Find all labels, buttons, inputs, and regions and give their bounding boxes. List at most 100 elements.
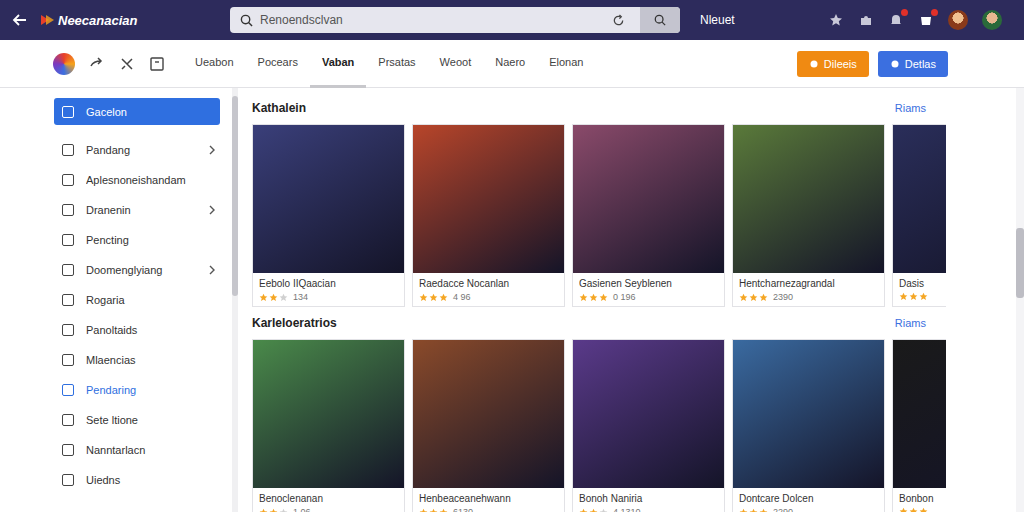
star-icon: [749, 293, 758, 302]
item-icon: [62, 354, 74, 366]
puzzle-icon: [859, 13, 873, 27]
sidebar-item[interactable]: Pendaring: [54, 375, 220, 405]
sidebar-scrollbar[interactable]: [232, 88, 238, 512]
star-icon: [589, 293, 598, 302]
bell-button[interactable]: [888, 12, 904, 28]
logo[interactable]: Neecanacian: [40, 12, 230, 28]
sidebar-item[interactable]: Gacelon: [54, 98, 220, 125]
game-art: [733, 125, 884, 273]
nav-tab[interactable]: Elonan: [537, 40, 595, 88]
star-icon: [439, 508, 448, 512]
star-icon: [579, 293, 588, 302]
button-icon: [890, 59, 900, 69]
nav-tab[interactable]: Ueabon: [183, 40, 246, 88]
game-art: [253, 340, 404, 488]
nav-tab[interactable]: Vaban: [310, 40, 366, 88]
sidebar: GacelonPandangAplesnoneishandamDraneninP…: [0, 88, 232, 512]
sidebar-item[interactable]: Aplesnoneishandam: [54, 165, 220, 195]
user-avatar-icon[interactable]: [982, 10, 1002, 30]
puzzle-button[interactable]: [858, 12, 874, 28]
sidebar-item[interactable]: Doomenglyiang: [54, 255, 220, 285]
app-window: Neecanacian Renoendsclvan Nleuet UeabonPoce…: [0, 0, 1024, 512]
nav-button[interactable]: Dileeis: [797, 51, 869, 77]
nav-tab[interactable]: Pocears: [246, 40, 310, 88]
game-card[interactable]: Eebolo IIQaacian134: [252, 124, 405, 307]
game-card[interactable]: Dontcare Dolcen2290: [732, 339, 885, 512]
item-icon: [62, 474, 74, 486]
item-icon: [62, 106, 74, 118]
game-card[interactable]: Bonbon: [892, 339, 946, 512]
star-icon: [829, 13, 843, 27]
search-field[interactable]: Renoendsclvan: [230, 7, 680, 33]
nav-tabs: UeabonPocearsVabanPrsatasWeootNaeroElona…: [183, 40, 595, 88]
star-icon: [739, 508, 748, 512]
game-title: Gasienen Seyblenen: [579, 278, 718, 289]
nav-tab[interactable]: Weoot: [428, 40, 484, 88]
sidebar-item[interactable]: Nanntarlacn: [54, 435, 220, 465]
star-button[interactable]: [828, 12, 844, 28]
game-card[interactable]: Raedacce Nocanlan4 96: [412, 124, 565, 307]
item-icon: [62, 324, 74, 336]
sidebar-item[interactable]: Pandang: [54, 135, 220, 165]
item-icon: [62, 444, 74, 456]
top-label[interactable]: Nleuet: [700, 13, 735, 27]
top-icons: [828, 10, 1014, 30]
sidebar-item[interactable]: Uiedns: [54, 465, 220, 495]
nav-buttons: Dileeis Detlas: [797, 51, 948, 77]
sidebar-item[interactable]: Rogaria: [54, 285, 220, 315]
star-icon: [759, 508, 768, 512]
star-icon: [599, 508, 608, 512]
game-card[interactable]: Benoclenanan1 06: [252, 339, 405, 512]
nav-button[interactable]: Detlas: [878, 51, 948, 77]
share-icon[interactable]: [89, 56, 105, 72]
game-card[interactable]: Gasienen Seyblenen 0 196: [572, 124, 725, 307]
sidebar-item[interactable]: Dranenin: [54, 195, 220, 225]
search-icon: [240, 14, 253, 27]
game-card[interactable]: Hentcharnezagrandal2390: [732, 124, 885, 307]
game-section: KarleloeratriosRiamsBenoclenanan1 06Henb…: [252, 313, 946, 512]
main-content: KathaleinRiamsEebolo IIQaacian134Raedacc…: [238, 88, 946, 512]
item-icon: [62, 234, 74, 246]
item-icon: [62, 144, 74, 156]
avatar-icon[interactable]: [948, 10, 968, 30]
app-logo-icon[interactable]: [53, 53, 75, 75]
item-icon: [62, 264, 74, 276]
rating: 4 96: [419, 292, 558, 302]
game-card[interactable]: Dasis: [892, 124, 946, 307]
sidebar-item[interactable]: Panoltaids: [54, 315, 220, 345]
game-card[interactable]: Henbeaceanehwann6130: [412, 339, 565, 512]
see-all-link[interactable]: Riams: [895, 102, 926, 114]
nav-tab[interactable]: Naero: [483, 40, 537, 88]
tools-icon[interactable]: [119, 56, 135, 72]
game-title: Benoclenanan: [259, 493, 398, 504]
main-scrollbar[interactable]: [1016, 88, 1024, 512]
star-icon: [909, 292, 918, 301]
star-icon: [439, 293, 448, 302]
sidebar-item[interactable]: Sete ltione: [54, 405, 220, 435]
star-icon: [909, 507, 918, 512]
star-icon: [759, 293, 768, 302]
game-art: [413, 340, 564, 488]
bag-icon: [919, 13, 933, 27]
game-card[interactable]: Bonoh Naniria4 1310: [572, 339, 725, 512]
star-icon: [919, 507, 928, 512]
sidebar-item[interactable]: Pencting: [54, 225, 220, 255]
sidebar-item[interactable]: Mlaencias: [54, 345, 220, 375]
nav-tab[interactable]: Prsatas: [366, 40, 427, 88]
refresh-icon[interactable]: [612, 14, 625, 27]
back-arrow-icon[interactable]: [12, 12, 28, 28]
chevron-icon: [208, 205, 216, 215]
rating: 0 196: [579, 292, 718, 302]
item-icon: [62, 414, 74, 426]
bag-button[interactable]: [918, 12, 934, 28]
star-icon: [279, 293, 288, 302]
window-icon[interactable]: [149, 56, 165, 72]
star-icon: [899, 507, 908, 512]
button-icon: [809, 59, 819, 69]
search-button[interactable]: [640, 7, 680, 33]
notification-badge: [931, 9, 938, 16]
item-icon: [62, 204, 74, 216]
rating: 2390: [739, 292, 878, 302]
logo-text: Neecanacian: [58, 13, 138, 28]
see-all-link[interactable]: Riams: [895, 317, 926, 329]
